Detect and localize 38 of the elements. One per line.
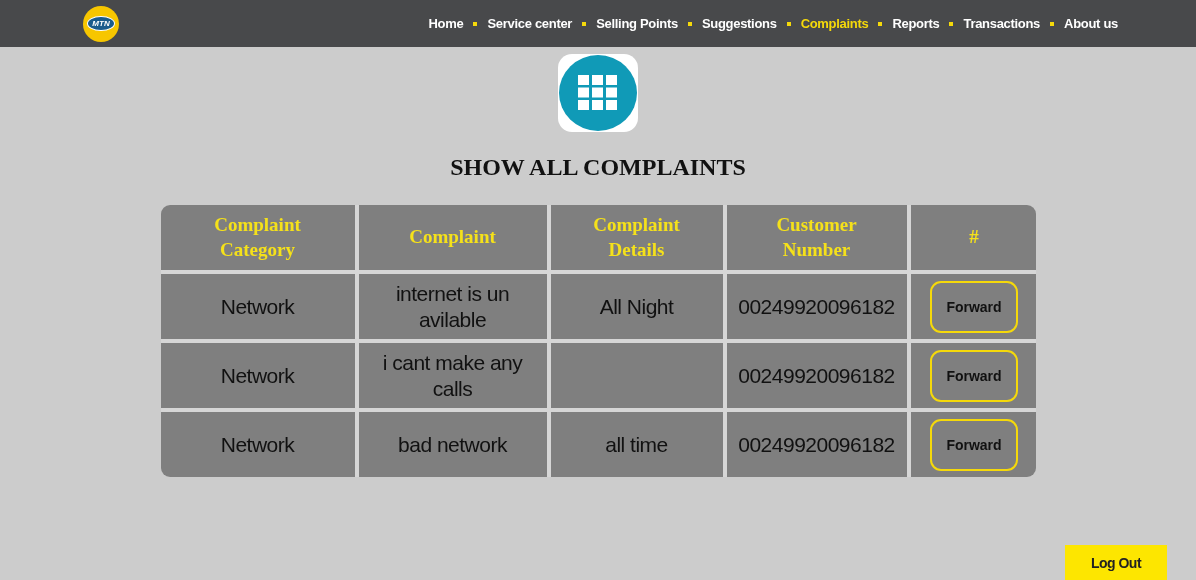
table-cell: 00249920096182	[726, 274, 907, 339]
logout-button[interactable]: Log Out	[1065, 545, 1167, 580]
nav-link[interactable]: Complaints	[800, 16, 869, 31]
nav-link[interactable]: Reports	[892, 16, 940, 31]
table-cell: 00249920096182	[726, 412, 907, 477]
table-cell: All Night	[550, 274, 723, 339]
separator-icon	[582, 21, 587, 26]
table-cell: bad network	[358, 412, 547, 477]
separator-icon	[949, 21, 954, 26]
nav-link[interactable]: Suggestions	[701, 16, 777, 31]
logo[interactable]: MTN	[83, 5, 119, 42]
table-cell: Network	[160, 343, 355, 408]
nav-link[interactable]: Home	[428, 16, 464, 31]
nav-link[interactable]: About us	[1064, 16, 1118, 31]
forward-button[interactable]: Forward	[930, 349, 1018, 402]
separator-icon	[1050, 21, 1055, 26]
column-header: Complaint Category	[160, 205, 355, 270]
column-header: #	[910, 205, 1036, 270]
table-cell: internet is un avilable	[358, 274, 547, 339]
nav-link[interactable]: Service center	[487, 16, 573, 31]
table-cell: i cant make any calls	[358, 343, 547, 408]
table-cell: Network	[160, 274, 355, 339]
separator-icon	[878, 21, 883, 26]
table-cell: 00249920096182	[726, 343, 907, 408]
separator-icon	[473, 21, 478, 26]
forward-button[interactable]: Forward	[930, 418, 1018, 471]
separator-icon	[687, 21, 692, 26]
table-cell: Network	[160, 412, 355, 477]
forward-button[interactable]: Forward	[930, 280, 1018, 333]
column-header: Complaint	[358, 205, 547, 270]
nav-link[interactable]: Transactions	[963, 16, 1041, 31]
column-header: Customer Number	[726, 205, 907, 270]
separator-icon	[786, 21, 791, 26]
column-header: Complaint Details	[550, 205, 723, 270]
table-cell: all time	[550, 412, 723, 477]
nav-link[interactable]: Selling Points	[596, 16, 678, 31]
page-title: SHOW ALL COMPLAINTS	[450, 154, 746, 181]
grid-icon	[558, 54, 638, 132]
